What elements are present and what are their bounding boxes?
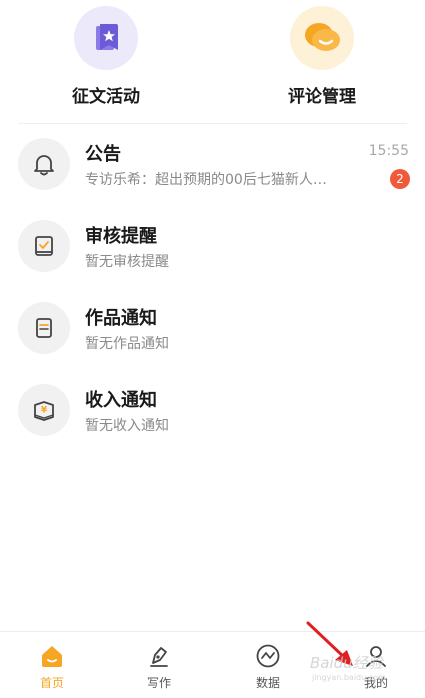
home-icon	[22, 642, 82, 670]
chart-icon	[238, 642, 298, 670]
tab-label: 写作	[146, 676, 171, 690]
tab-data[interactable]: 数据	[238, 642, 298, 691]
tab-label: 数据	[255, 676, 280, 690]
message-title: 公告	[85, 144, 121, 165]
message-preview: 暂无收入通知	[85, 418, 169, 434]
message-list: 公告 专访乐希：超出预期的00后七猫新人… 15:55 2 审核提醒 暂无审核提…	[0, 132, 425, 460]
bell-icon	[18, 138, 70, 190]
message-preview: 专访乐希：超出预期的00后七猫新人…	[85, 172, 327, 188]
watermark-url: jingyan.baidu.com	[312, 673, 386, 682]
message-item-review-reminder[interactable]: 审核提醒 暂无审核提醒	[0, 214, 425, 296]
essay-contest-label: 征文活动	[72, 87, 140, 107]
review-book-icon	[18, 220, 70, 272]
message-item-income-notice[interactable]: ¥ 收入通知 暂无收入通知	[0, 378, 425, 460]
document-icon	[18, 302, 70, 354]
unread-badge: 2	[390, 169, 410, 189]
tab-write[interactable]: 写作	[129, 642, 189, 691]
message-preview: 暂无作品通知	[85, 336, 169, 352]
top-actions: 征文活动 评论管理	[0, 0, 425, 122]
tab-home[interactable]: 首页	[22, 642, 82, 691]
message-title: 收入通知	[85, 390, 157, 411]
pen-icon	[129, 642, 189, 670]
message-preview: 暂无审核提醒	[85, 254, 169, 270]
comment-management-label: 评论管理	[288, 87, 356, 107]
comment-management-button[interactable]: 评论管理	[252, 6, 392, 107]
income-yen-icon: ¥	[18, 384, 70, 436]
divider	[18, 123, 407, 124]
message-title: 审核提醒	[85, 226, 157, 247]
message-time: 15:55	[368, 143, 409, 159]
tab-label: 首页	[39, 676, 64, 690]
svg-text:¥: ¥	[41, 406, 48, 416]
chat-bubble-icon	[290, 6, 354, 70]
message-item-announcement[interactable]: 公告 专访乐希：超出预期的00后七猫新人… 15:55 2	[0, 132, 425, 214]
message-title: 作品通知	[85, 308, 157, 329]
essay-contest-button[interactable]: 征文活动	[36, 6, 176, 107]
message-item-work-notice[interactable]: 作品通知 暂无作品通知	[0, 296, 425, 378]
watermark: Baidu经验	[310, 654, 383, 672]
bookmark-star-icon	[74, 6, 138, 70]
